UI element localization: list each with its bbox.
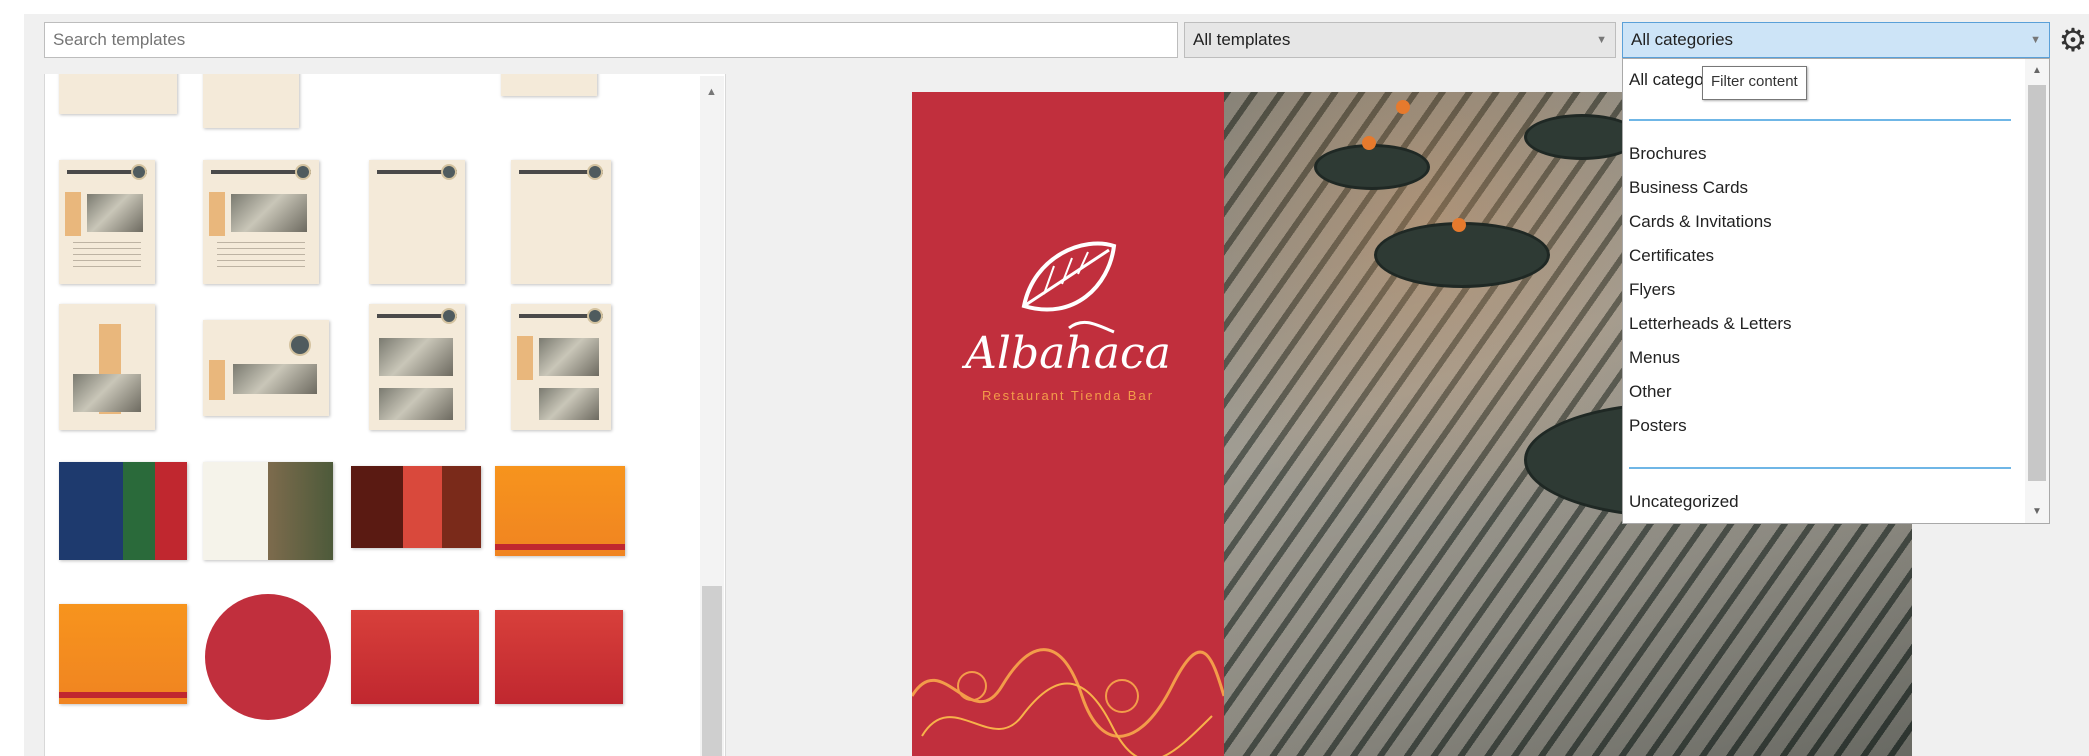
template-thumbnail[interactable] — [351, 610, 479, 704]
dropdown-separator — [1629, 119, 2011, 121]
thumbnail-scrollbar[interactable]: ▲ — [700, 76, 724, 756]
chevron-up-icon[interactable]: ▲ — [2032, 65, 2042, 76]
template-thumbnail[interactable] — [203, 320, 329, 416]
template-thumbnail[interactable] — [59, 160, 155, 284]
template-thumbnail[interactable] — [59, 304, 155, 430]
category-filter-select[interactable]: All categories ▼ — [1622, 22, 2050, 58]
template-thumbnail[interactable] — [351, 466, 481, 548]
template-thumbnail[interactable] — [495, 466, 625, 556]
template-thumbnail[interactable] — [511, 304, 611, 430]
category-option-posters[interactable]: Posters — [1629, 413, 1687, 439]
dropdown-scrollbar[interactable]: ▲ ▼ — [2025, 59, 2049, 523]
template-thumbnail[interactable] — [369, 160, 465, 284]
category-option-menus[interactable]: Menus — [1629, 345, 1680, 371]
filter-tooltip: Filter content — [1702, 66, 1807, 100]
category-filter-value: All categories — [1631, 30, 1734, 49]
category-option-business-cards[interactable]: Business Cards — [1629, 175, 1748, 201]
category-dropdown-list[interactable]: All categories Brochures Business Cards … — [1622, 58, 2050, 524]
category-option-certificates[interactable]: Certificates — [1629, 243, 1714, 269]
gear-icon[interactable]: ⚙ — [2056, 22, 2089, 58]
template-thumbnail[interactable] — [369, 304, 465, 430]
template-thumbnail[interactable] — [205, 594, 331, 720]
category-option-cards-invitations[interactable]: Cards & Invitations — [1629, 209, 1772, 235]
template-filter-select[interactable]: All templates ▼ — [1184, 22, 1616, 58]
template-thumbnail[interactable] — [495, 610, 623, 704]
template-filter-value: All templates — [1193, 30, 1291, 49]
scrollbar-thumb[interactable] — [2028, 85, 2046, 481]
chevron-down-icon: ▼ — [1596, 34, 1607, 46]
chevron-up-icon[interactable]: ▲ — [706, 86, 717, 98]
template-thumbnail[interactable] — [203, 160, 319, 284]
template-thumbnail[interactable] — [203, 74, 299, 128]
template-thumbnail[interactable] — [511, 160, 611, 284]
category-option-brochures[interactable]: Brochures — [1629, 141, 1706, 167]
scrollbar-thumb[interactable] — [702, 586, 722, 756]
category-option-flyers[interactable]: Flyers — [1629, 277, 1675, 303]
template-thumbnail[interactable] — [59, 74, 177, 114]
category-option-letterheads[interactable]: Letterheads & Letters — [1629, 311, 1792, 337]
brand-name: Albahaca — [965, 328, 1171, 379]
search-input[interactable] — [44, 22, 1178, 58]
template-thumbnail[interactable] — [59, 462, 187, 560]
template-thumbnail[interactable] — [59, 604, 187, 704]
dropdown-separator — [1629, 467, 2011, 469]
template-thumbnail[interactable] — [203, 462, 333, 560]
brand-tagline: Restaurant Tienda Bar — [981, 388, 1155, 403]
chevron-down-icon: ▼ — [2030, 34, 2041, 46]
category-option-other[interactable]: Other — [1629, 379, 1672, 405]
chevron-down-icon[interactable]: ▼ — [2032, 506, 2042, 517]
template-thumbnail[interactable] — [501, 74, 597, 96]
leaf-logo-icon — [1021, 241, 1117, 334]
template-thumbnail-list[interactable] — [44, 74, 726, 756]
category-option-uncategorized[interactable]: Uncategorized — [1629, 489, 1739, 515]
ornament-swirl — [912, 648, 1224, 756]
brochure-cover: Albahaca Restaurant Tienda Bar — [912, 92, 1224, 756]
